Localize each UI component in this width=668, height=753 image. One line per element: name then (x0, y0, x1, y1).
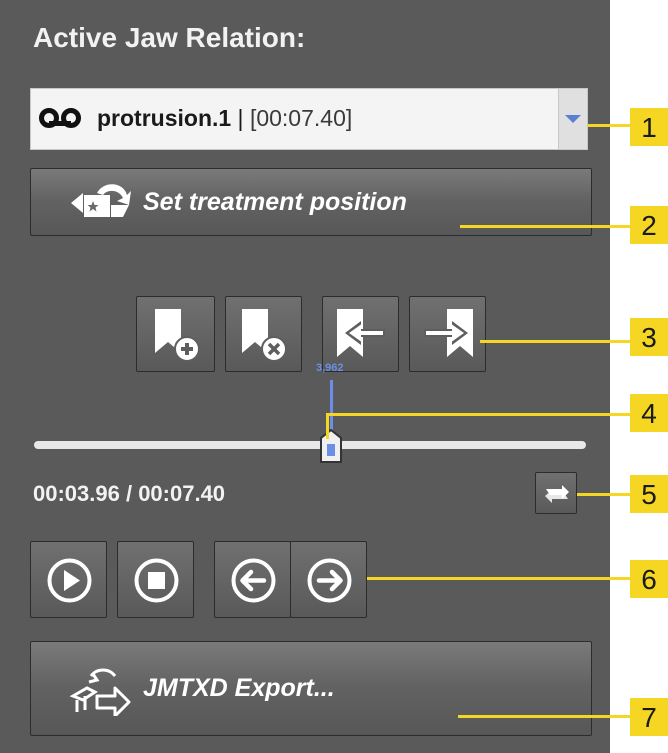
callout-line-6 (367, 577, 630, 580)
timeline-marker-value: 3,962 (316, 362, 344, 374)
callout-7-number: 7 (641, 702, 657, 733)
jmtxd-export-button[interactable]: JMTXD Export... (30, 641, 592, 736)
callout-line-2 (460, 225, 630, 228)
arrow-left-icon (231, 558, 276, 603)
jmtxd-export-label: JMTXD Export... (143, 674, 335, 702)
callout-1: 1 (630, 108, 668, 146)
recording-name: protrusion.1 (97, 105, 232, 131)
callout-line-7 (458, 715, 630, 718)
set-treatment-position-label: Set treatment position (143, 188, 407, 216)
remove-bookmark-button[interactable] (225, 296, 302, 372)
previous-bookmark-button[interactable] (322, 296, 399, 372)
loop-button[interactable] (535, 472, 577, 514)
callout-1-number: 1 (641, 112, 657, 143)
recording-label: protrusion.1 | [00:07.40] (97, 105, 352, 132)
export-icon (67, 666, 137, 721)
callout-5: 5 (630, 475, 668, 513)
timeline-slider-thumb[interactable] (318, 428, 344, 471)
callout-line-4-drop (326, 413, 329, 439)
recording-separator: | (231, 105, 250, 131)
loop-icon (545, 485, 569, 503)
panel-title: Active Jaw Relation: (33, 22, 306, 53)
callout-2-number: 2 (641, 210, 657, 241)
jaw-relation-panel: Active Jaw Relation: protrusion.1 | [00:… (0, 0, 610, 753)
callout-7: 7 (630, 698, 668, 736)
timeline-marker-line (330, 380, 333, 430)
recording-select[interactable]: protrusion.1 | [00:07.40] (30, 88, 588, 150)
step-forward-button[interactable] (290, 541, 367, 618)
stop-icon (134, 558, 179, 603)
callout-4-number: 4 (641, 398, 657, 429)
callout-6-number: 6 (641, 564, 657, 595)
step-back-button[interactable] (214, 541, 291, 618)
callout-6: 6 (630, 560, 668, 598)
next-bookmark-button[interactable] (409, 296, 486, 372)
playback-time: 00:03.96 / 00:07.40 (33, 481, 226, 506)
tape-recording-icon (38, 107, 86, 134)
add-bookmark-button[interactable] (136, 296, 215, 372)
chevron-down-icon (565, 115, 581, 123)
callout-line-1 (588, 124, 630, 127)
callout-3-number: 3 (641, 322, 657, 353)
callout-3: 3 (630, 318, 668, 356)
play-icon (47, 558, 92, 603)
treatment-position-icon (67, 179, 133, 232)
callout-4: 4 (630, 394, 668, 432)
callout-line-5 (577, 493, 630, 496)
callout-2: 2 (630, 206, 668, 244)
play-button[interactable] (30, 541, 107, 618)
callout-5-number: 5 (641, 479, 657, 510)
callout-line-3 (480, 340, 630, 343)
dropdown-toggle[interactable] (558, 89, 587, 149)
recording-duration: [00:07.40] (249, 105, 353, 131)
stop-button[interactable] (117, 541, 194, 618)
timeline-slider-track[interactable] (34, 441, 586, 449)
bookmark-add-icon (155, 309, 200, 362)
arrow-right-icon (307, 558, 352, 603)
callout-line-4 (326, 413, 630, 416)
bookmark-next-icon (424, 309, 473, 357)
bookmark-remove-icon (242, 309, 287, 362)
